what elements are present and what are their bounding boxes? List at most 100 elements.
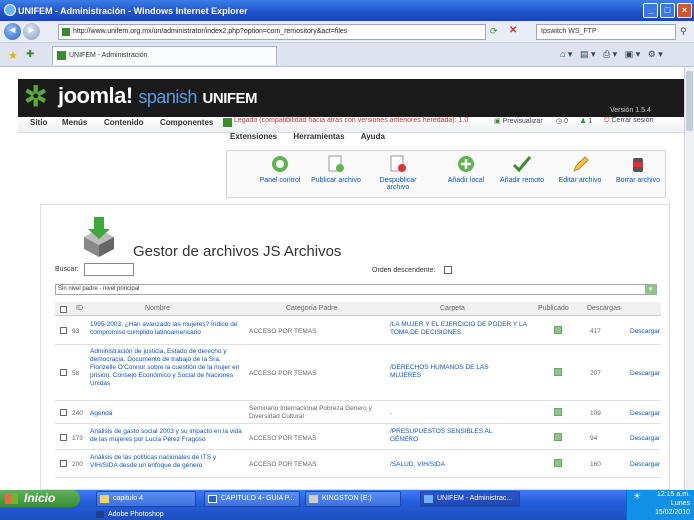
published-icon[interactable] xyxy=(554,326,562,334)
published-icon[interactable] xyxy=(554,459,562,467)
word-icon xyxy=(208,495,217,503)
scrollbar-thumb[interactable] xyxy=(686,71,693,131)
tab-favicon xyxy=(57,51,66,60)
published-icon[interactable] xyxy=(554,408,562,416)
select-all-checkbox[interactable] xyxy=(60,306,67,313)
window-title-bar: UNIFEM - Administración - Windows Intern… xyxy=(0,0,694,21)
row-checkbox[interactable] xyxy=(60,460,67,467)
users-count: 1 xyxy=(588,118,593,125)
preview-link[interactable]: ▣ Previsualizar xyxy=(494,117,543,125)
col-name[interactable]: Nombre xyxy=(145,305,170,312)
add-local-button[interactable]: Añadir local xyxy=(436,154,496,184)
window-title: UNIFEM - Administración - Windows Intern… xyxy=(18,5,248,16)
download-link[interactable]: Descargar xyxy=(630,410,660,418)
task-label: Adobe Photoshop xyxy=(108,511,164,518)
search-input[interactable]: Ipswitch WS_FTP xyxy=(536,24,676,40)
row-id: 200 xyxy=(72,461,83,468)
address-input[interactable]: http://www.unifem.org.mx/un/administrato… xyxy=(58,24,486,40)
clock-date: 15/02/2010 xyxy=(654,509,690,516)
task-unifem[interactable]: UNIFEM - Administrac... xyxy=(420,491,520,507)
row-checkbox[interactable] xyxy=(60,327,67,334)
logout-link[interactable]: ⏻ Cerrar sesión xyxy=(604,117,654,125)
delete-file-button[interactable]: Borrar archivo xyxy=(608,154,668,184)
panel-control-button[interactable]: Panel control xyxy=(250,154,310,184)
row-folder-link[interactable]: /LA MUJER Y EL EJERCICIO DE PODER Y LA T… xyxy=(390,321,530,337)
row-folder-link[interactable]: /PRESUPUESTOS SENSIBLES AL GÉNERO xyxy=(390,428,505,444)
order-label: Orden descendente: xyxy=(372,267,436,274)
command-bar-icons[interactable]: ⌂ ▾ ▤ ▾ ⎙ ▾ ▣ ▾ ⚙ ▾ xyxy=(560,49,663,60)
row-folder: - xyxy=(390,410,393,417)
menu-menus[interactable]: Menús xyxy=(62,118,87,127)
chevron-down-icon[interactable]: ▾ xyxy=(645,285,656,294)
col-category[interactable]: Categoría Padre xyxy=(286,305,337,312)
row-name-link[interactable]: Análisis de gasto social 2003 y su impac… xyxy=(90,428,242,444)
task-photoshop[interactable]: Adobe Photoshop xyxy=(96,509,276,520)
forward-button[interactable]: ► xyxy=(23,23,40,40)
edit-file-button[interactable]: Editar archivo xyxy=(550,154,610,184)
row-name-link[interactable]: Administración de justicia, Estado de de… xyxy=(90,348,242,388)
task-capitulo4[interactable]: capitulo 4 xyxy=(96,491,196,507)
search-icon[interactable]: ⚲ xyxy=(680,26,687,37)
trash-icon xyxy=(633,158,643,172)
vertical-scrollbar[interactable] xyxy=(684,67,694,490)
minimize-button[interactable]: _ xyxy=(643,3,658,18)
row-checkbox[interactable] xyxy=(60,409,67,416)
col-folder[interactable]: Carpeta xyxy=(440,305,465,312)
tray-icon[interactable]: ☀ xyxy=(633,492,641,501)
download-link[interactable]: Descargar xyxy=(630,435,660,443)
refresh-icon[interactable]: ⟳ xyxy=(490,26,498,37)
task-kingston[interactable]: KINGSTON (E:) xyxy=(305,491,401,507)
download-link[interactable]: Descargar xyxy=(630,370,660,378)
maximize-button[interactable]: □ xyxy=(660,3,675,18)
logout-icon: ⏻ xyxy=(604,117,610,124)
row-name-link[interactable]: Análisis de las políticas nacionales de … xyxy=(90,454,242,470)
row-downloads: 417 xyxy=(590,328,601,335)
close-window-button[interactable]: × xyxy=(677,3,692,18)
download-link[interactable]: Descargar xyxy=(630,328,660,336)
row-downloads: 94 xyxy=(590,435,598,442)
parent-level-select[interactable]: Sin nivel padre - nivel principal ▾ xyxy=(55,284,657,295)
add-favorite-icon[interactable]: ✚ xyxy=(26,49,34,60)
drive-icon xyxy=(309,495,318,503)
menu-herramientas[interactable]: Herramientas xyxy=(293,132,344,141)
folder-icon xyxy=(100,495,109,503)
col-id[interactable]: ID xyxy=(76,305,83,312)
download-link[interactable]: Descargar xyxy=(630,461,660,469)
menu-sitio[interactable]: Sitio xyxy=(30,118,47,127)
preview-icon: ▣ xyxy=(494,118,501,125)
add-remote-button[interactable]: Añadir remoto xyxy=(492,154,552,184)
stop-icon[interactable]: ✕ xyxy=(509,25,517,36)
row-checkbox[interactable] xyxy=(60,434,67,441)
row-folder-link[interactable]: /DERECHOS HUMANOS DE LAS MUJERES xyxy=(390,364,510,380)
publish-label: Publicar archivo xyxy=(311,177,361,184)
row-name-link[interactable]: 1995-2003: ¿Han avanzado las mujeres? Ín… xyxy=(90,321,242,337)
task-word-doc[interactable]: CAPITULO 4- GUIA P... xyxy=(204,491,300,507)
row-downloads: 109 xyxy=(590,410,601,417)
published-icon[interactable] xyxy=(554,368,562,376)
row-category: Seminario Internacional Pobreza Genero y… xyxy=(249,405,372,420)
row-checkbox[interactable] xyxy=(60,369,67,376)
tab-unifem[interactable]: UNIFEM - Administración xyxy=(52,46,277,65)
favorites-star-icon[interactable]: ★ xyxy=(8,49,18,62)
row-name-link[interactable]: Agenda xyxy=(90,410,242,418)
order-desc-checkbox[interactable] xyxy=(444,266,452,274)
menu-extensiones[interactable]: Extensiones xyxy=(230,132,277,141)
users-counter[interactable]: ♟ 1 xyxy=(580,117,592,125)
menu-contenido[interactable]: Contenido xyxy=(104,118,144,127)
menu-ayuda[interactable]: Ayuda xyxy=(361,132,385,141)
row-folder-link[interactable]: /SALUD, VIH/SIDA xyxy=(390,461,445,469)
col-published[interactable]: Publicado xyxy=(538,305,569,312)
start-button[interactable]: Inicio xyxy=(0,490,80,507)
publish-button[interactable]: Publicar archivo xyxy=(306,154,366,184)
back-button[interactable]: ◄ xyxy=(4,23,21,40)
joomla-logo: joomla! spanish UNIFEM xyxy=(58,83,258,109)
edit-file-label: Editar archivo xyxy=(558,177,602,184)
messages-counter[interactable]: ◷ 0 xyxy=(556,117,568,125)
col-downloads[interactable]: Descargas xyxy=(587,305,620,312)
published-icon[interactable] xyxy=(554,433,562,441)
checkmark-icon xyxy=(512,156,532,173)
admin-submenu: Extensiones Herramientas Ayuda xyxy=(230,132,385,141)
unpublish-button[interactable]: Despublicar archivo xyxy=(368,154,428,191)
menu-componentes[interactable]: Componentes xyxy=(160,118,213,127)
filter-search-input[interactable] xyxy=(84,263,134,276)
